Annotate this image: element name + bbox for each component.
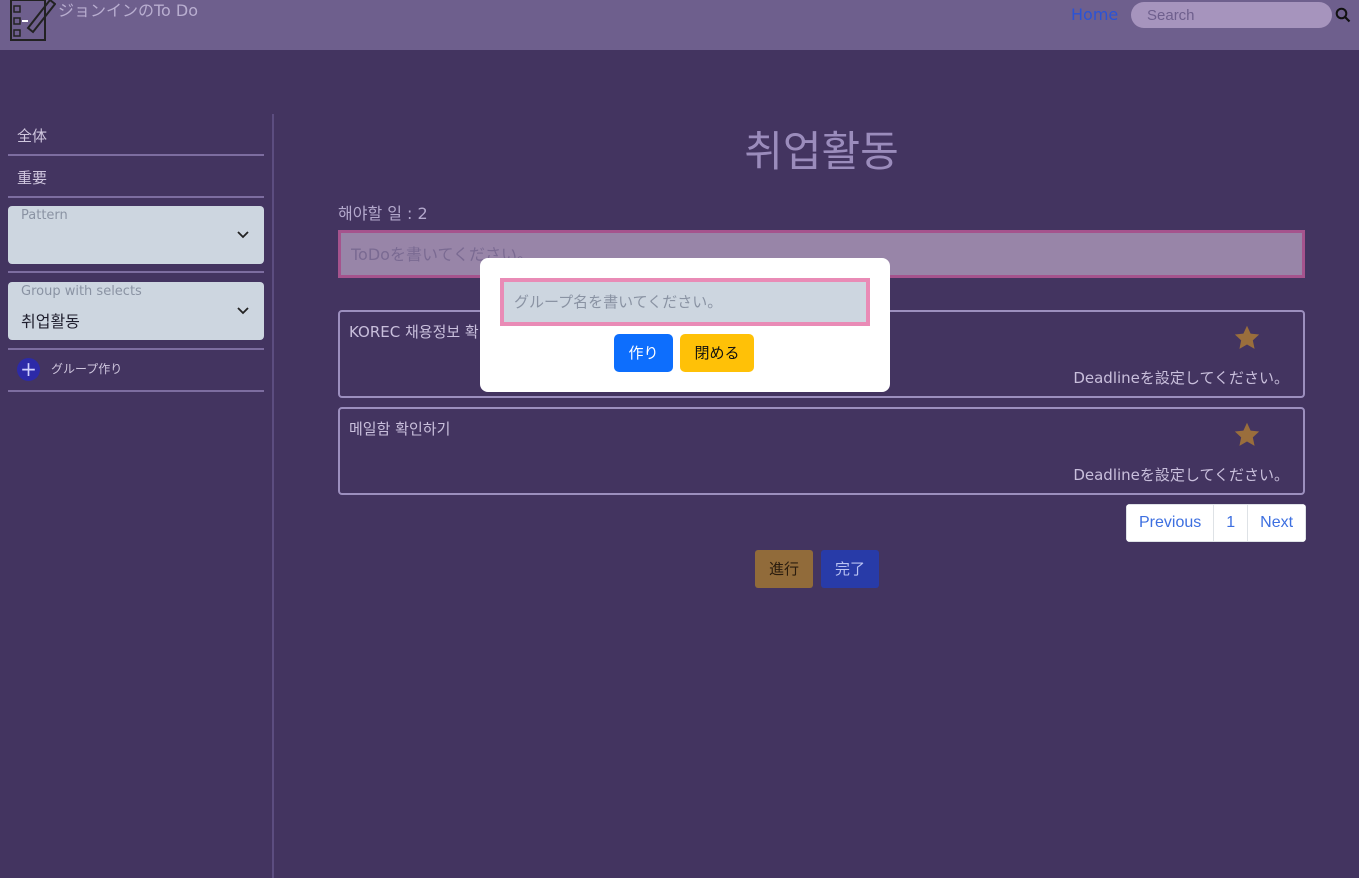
pattern-select-label: Pattern [21, 208, 68, 223]
add-group-label: グループ作り [51, 362, 123, 376]
sidebar-divider-line [8, 196, 264, 198]
todo-text: KOREC 채용정보 확 [349, 323, 479, 341]
pagination-previous[interactable]: Previous [1126, 504, 1215, 542]
pagination-page-1[interactable]: 1 [1213, 504, 1249, 542]
sidebar-border [272, 114, 274, 878]
pagination-next[interactable]: Next [1247, 504, 1307, 542]
todo-card[interactable]: 메일함 확인하기 Deadlineを設定してください。 [338, 407, 1305, 495]
deadline-text[interactable]: Deadlineを設定してください。 [1073, 464, 1289, 485]
chevron-down-icon [237, 307, 249, 315]
create-group-modal: 作り 閉める [480, 258, 890, 392]
search-input[interactable] [1131, 2, 1332, 28]
group-select[interactable]: Group with selects 취업활동 [8, 282, 264, 340]
star-icon[interactable] [1233, 324, 1261, 352]
pattern-select[interactable]: Pattern [8, 206, 264, 264]
todo-text: 메일함 확인하기 [349, 420, 451, 438]
group-select-value: 취업활동 [21, 312, 80, 331]
group-select-label: Group with selects [21, 284, 142, 299]
sidebar-divider-line [8, 271, 264, 273]
todo-logo-icon[interactable] [8, 0, 56, 42]
create-group-button[interactable]: 作り [614, 334, 673, 372]
search-icon[interactable] [1335, 7, 1351, 23]
chevron-down-icon [237, 231, 249, 239]
todo-count: 해야할 일 : 2 [338, 204, 428, 223]
sidebar-divider-line [8, 390, 264, 392]
star-icon[interactable] [1233, 421, 1261, 449]
group-name-input[interactable] [500, 278, 870, 326]
progress-button[interactable]: 進行 [755, 550, 813, 588]
close-modal-button[interactable]: 閉める [680, 334, 754, 372]
home-link[interactable]: Home [1071, 5, 1118, 24]
sidebar-item-label: 重要 [17, 169, 48, 187]
deadline-text[interactable]: Deadlineを設定してください。 [1073, 367, 1289, 388]
pagination: Previous 1 Next [1126, 504, 1307, 542]
plus-icon: + [17, 358, 40, 381]
page-title: 취업활동 [744, 127, 899, 176]
sidebar-divider-line [8, 348, 264, 350]
brand-title: ジョンインのTo Do [58, 1, 199, 20]
top-navbar: ジョンインのTo Do Home [0, 0, 1359, 50]
sidebar-divider-line [8, 154, 264, 156]
done-button[interactable]: 完了 [821, 550, 879, 588]
add-group-button[interactable]: + グループ作り [8, 356, 264, 384]
sidebar-item-label: 全体 [17, 127, 48, 145]
